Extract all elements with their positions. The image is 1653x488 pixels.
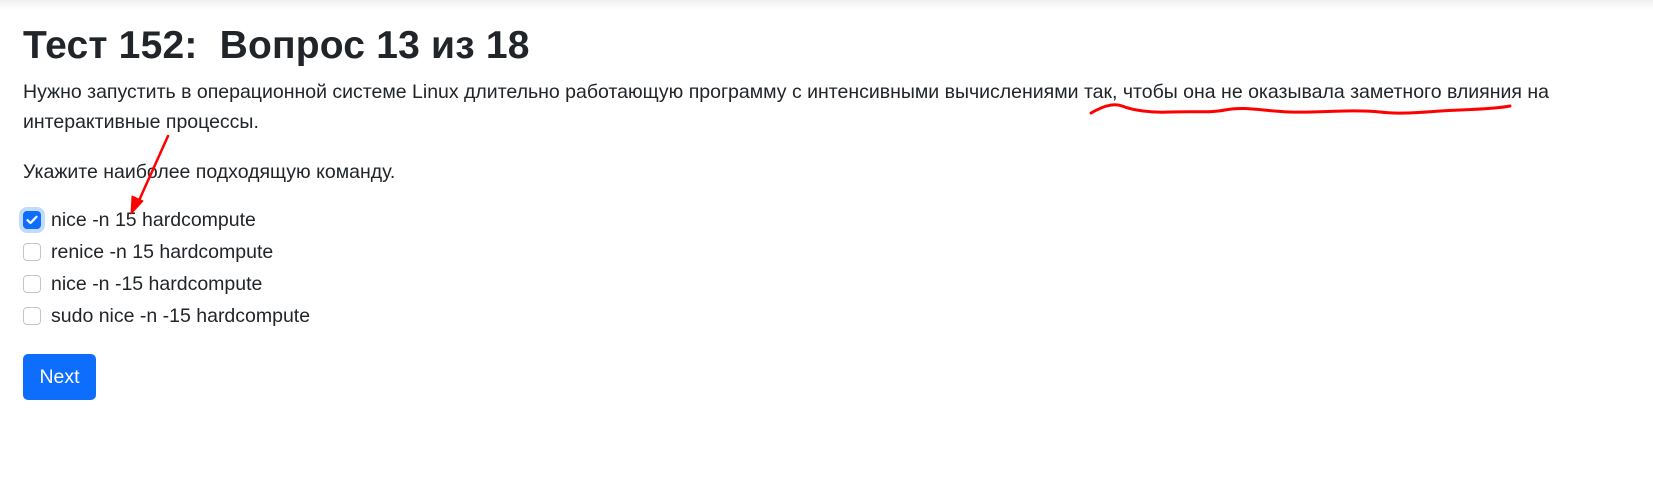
option-label: sudo nice -n -15 hardcompute [51, 304, 311, 327]
quiz-container: Тест 152: Вопрос 13 из 18 Нужно запустит… [23, 24, 1623, 400]
check-icon [26, 215, 38, 225]
option-label: nice -n 15 hardcompute [51, 208, 256, 231]
instruction-text: Укажите наиболее подходящую команду. [23, 161, 396, 183]
checkbox-option-2[interactable] [23, 243, 41, 261]
page-title: Тест 152: Вопрос 13 из 18 [23, 24, 530, 67]
top-shadow [0, 0, 1653, 10]
option-2[interactable]: renice -n 15 hardcompute [23, 236, 1623, 268]
question-text: Нужно запустить в операционной системе L… [23, 81, 1549, 133]
answer-options: nice -n 15 hardcompute renice -n 15 hard… [23, 204, 1623, 332]
checkbox-option-3[interactable] [23, 275, 41, 293]
checkbox-option-1[interactable] [23, 211, 41, 229]
option-1[interactable]: nice -n 15 hardcompute [23, 204, 1623, 236]
checkbox-option-4[interactable] [23, 307, 41, 325]
next-button[interactable]: Next [23, 354, 96, 400]
option-3[interactable]: nice -n -15 hardcompute [23, 268, 1623, 300]
option-4[interactable]: sudo nice -n -15 hardcompute [23, 300, 1623, 332]
option-label: nice -n -15 hardcompute [51, 272, 263, 295]
option-label: renice -n 15 hardcompute [51, 240, 274, 263]
